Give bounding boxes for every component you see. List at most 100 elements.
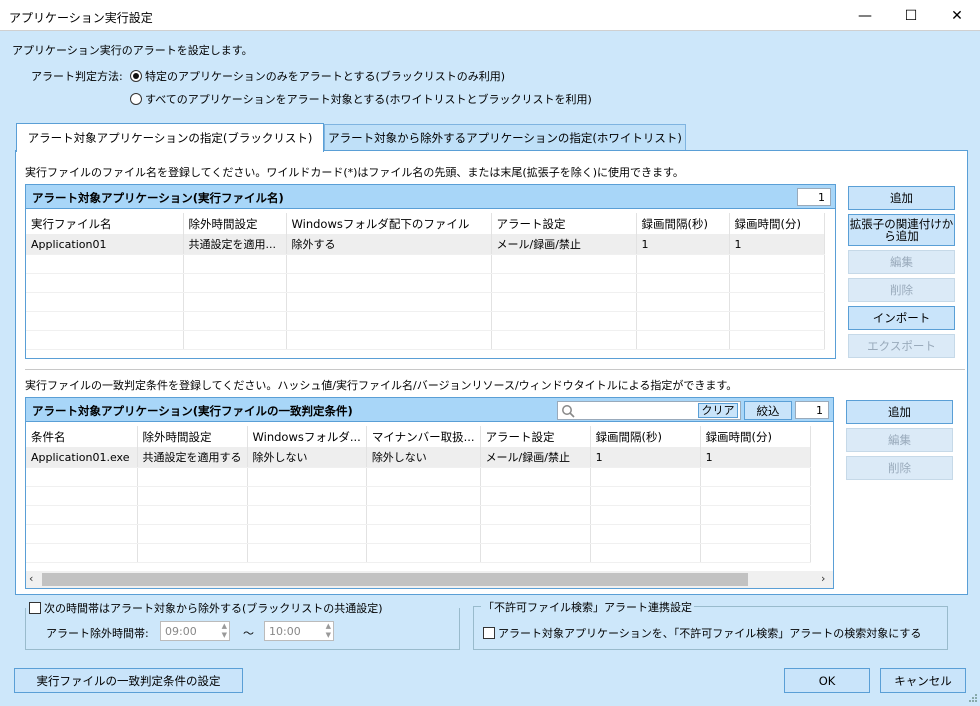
table-cell: [137, 524, 248, 544]
blacklist-edit-button[interactable]: 編集: [848, 250, 955, 274]
cancel-button[interactable]: キャンセル: [880, 668, 966, 693]
window-title: アプリケーション実行設定: [9, 11, 153, 25]
table-cell: [286, 254, 492, 274]
blacklist-delete-button[interactable]: 削除: [848, 278, 955, 302]
minimize-button[interactable]: —: [842, 0, 888, 31]
table-cell: [590, 543, 701, 563]
judge-label: アラート判定方法:: [31, 70, 123, 83]
maximize-button[interactable]: ☐: [888, 0, 934, 31]
scroll-right-icon[interactable]: ›: [821, 572, 825, 585]
table-cell: [366, 486, 481, 506]
condition-table[interactable]: 条件名 除外時間設定 Windowsフォルダ... マイナンバー取扱... アラート設定…: [26, 426, 833, 570]
table-cell: [366, 524, 481, 544]
blacklist-group: アラート対象アプリケーション(実行ファイル名) 1 実行ファイル名 除外時間設定 W…: [25, 184, 836, 359]
column-header[interactable]: 録画間隔(秒): [636, 213, 730, 234]
table-cell: メール/録画/禁止: [491, 234, 637, 255]
close-button[interactable]: ✕: [934, 0, 980, 31]
horizontal-scrollbar[interactable]: ‹ ›: [26, 571, 833, 588]
radio-icon-selected[interactable]: [130, 70, 142, 82]
table-cell: [480, 505, 591, 525]
table-cell: [137, 486, 248, 506]
table-cell: [26, 311, 184, 331]
condition-search-box[interactable]: クリア: [557, 401, 741, 420]
table-row[interactable]: Application01 共通設定を適用... 除外する メール/録画/禁止 1 1: [26, 234, 825, 255]
column-header[interactable]: アラート設定: [491, 213, 637, 234]
exclude-time-from[interactable]: 09:00 ▲ ▼: [160, 621, 230, 641]
table-cell: [183, 311, 287, 331]
table-row: [26, 254, 825, 274]
table-cell: 除外しない: [366, 447, 481, 468]
condition-count: 1: [795, 401, 829, 419]
column-header[interactable]: アラート設定: [480, 426, 591, 447]
table-cell: [491, 254, 637, 274]
checkbox-icon[interactable]: [483, 627, 495, 639]
column-header[interactable]: マイナンバー取扱...: [366, 426, 481, 447]
column-header[interactable]: 条件名: [26, 426, 138, 447]
blacklist-table[interactable]: 実行ファイル名 除外時間設定 Windowsフォルダ配下のファイル アラート設定 録画間…: [26, 213, 835, 358]
condition-delete-button[interactable]: 削除: [846, 456, 953, 480]
column-header[interactable]: 録画時間(分): [729, 213, 825, 234]
table-row: [26, 486, 811, 506]
table-cell: [183, 254, 287, 274]
table-cell: [366, 543, 481, 563]
tab-whitelist[interactable]: アラート対象から除外するアプリケーションの指定(ホワイトリスト): [324, 124, 686, 150]
column-header[interactable]: 録画間隔(秒): [590, 426, 701, 447]
table-cell: [183, 330, 287, 350]
condition-group: アラート対象アプリケーション(実行ファイルの一致判定条件) クリア 絞込 1 条…: [25, 397, 834, 589]
exclude-time-to[interactable]: 10:00 ▲ ▼: [264, 621, 334, 641]
scroll-left-icon[interactable]: ‹: [29, 572, 33, 585]
table-cell: [183, 292, 287, 312]
table-cell: 共通設定を適用...: [183, 234, 287, 255]
tab-blacklist[interactable]: アラート対象アプリケーションの指定(ブラックリスト): [16, 123, 324, 152]
match-settings-button[interactable]: 実行ファイルの一致判定条件の設定: [14, 668, 243, 693]
table-cell: Application01.exe: [26, 447, 138, 468]
judge-option-all[interactable]: すべてのアプリケーションをアラート対象とする(ホワイトリストとブラックリストを利…: [130, 91, 592, 107]
table-cell: [137, 505, 248, 525]
blacklist-add-button[interactable]: 追加: [848, 186, 955, 210]
condition-search-input[interactable]: [578, 403, 696, 418]
scrollbar-thumb[interactable]: [42, 573, 748, 586]
blacklist-export-button[interactable]: エクスポート: [848, 334, 955, 358]
resize-grip-icon[interactable]: [966, 692, 978, 704]
column-header[interactable]: 録画時間(分): [700, 426, 811, 447]
table-cell: [26, 330, 184, 350]
ok-button[interactable]: OK: [784, 668, 870, 693]
table-cell: [183, 273, 287, 293]
table-row: [26, 330, 825, 350]
table-cell: [286, 311, 492, 331]
blacklist-add-from-extension-button[interactable]: 拡張子の関連付けから追加: [848, 214, 955, 246]
table-cell: 1: [729, 234, 825, 255]
table-cell: [700, 543, 811, 563]
table-cell: [636, 330, 730, 350]
spin-updown-icon[interactable]: ▲ ▼: [326, 622, 331, 640]
blacklist-import-button[interactable]: インポート: [848, 306, 955, 330]
spin-updown-icon[interactable]: ▲ ▼: [222, 622, 227, 640]
intro-text: アプリケーション実行のアラートを設定します。: [12, 44, 253, 57]
search-icon: [562, 405, 575, 418]
table-cell: [247, 486, 367, 506]
column-header[interactable]: 実行ファイル名: [26, 213, 184, 234]
radio-icon[interactable]: [130, 93, 142, 105]
judge-option-blacklist[interactable]: 特定のアプリケーションのみをアラートとする(ブラックリストのみ利用): [130, 68, 505, 84]
table-cell: [700, 486, 811, 506]
column-header[interactable]: Windowsフォルダ...: [247, 426, 367, 447]
table-cell: [491, 330, 637, 350]
table-cell: [636, 292, 730, 312]
column-header[interactable]: 除外時間設定: [183, 213, 287, 234]
forbidden-legend: 「不許可ファイル検索」アラート連携設定: [481, 599, 694, 615]
table-row[interactable]: Application01.exe 共通設定を適用する 除外しない 除外しない メール/…: [26, 447, 811, 468]
column-header[interactable]: 除外時間設定: [137, 426, 248, 447]
condition-add-button[interactable]: 追加: [846, 400, 953, 424]
table-cell: 共通設定を適用する: [137, 447, 248, 468]
table-cell: [729, 330, 825, 350]
filter-button[interactable]: 絞込: [744, 401, 792, 420]
table-cell: [590, 505, 701, 525]
table-cell: 除外する: [286, 234, 492, 255]
search-clear-button[interactable]: クリア: [698, 403, 738, 418]
forbidden-checkbox[interactable]: アラート対象アプリケーションを、「不許可ファイル検索」アラートの検索対象にする: [483, 625, 921, 641]
condition-edit-button[interactable]: 編集: [846, 428, 953, 452]
table-row: [26, 524, 811, 544]
column-header[interactable]: Windowsフォルダ配下のファイル: [286, 213, 492, 234]
table-cell: [480, 543, 591, 563]
exclude-time-label: アラート除外時間帯:: [46, 627, 149, 640]
